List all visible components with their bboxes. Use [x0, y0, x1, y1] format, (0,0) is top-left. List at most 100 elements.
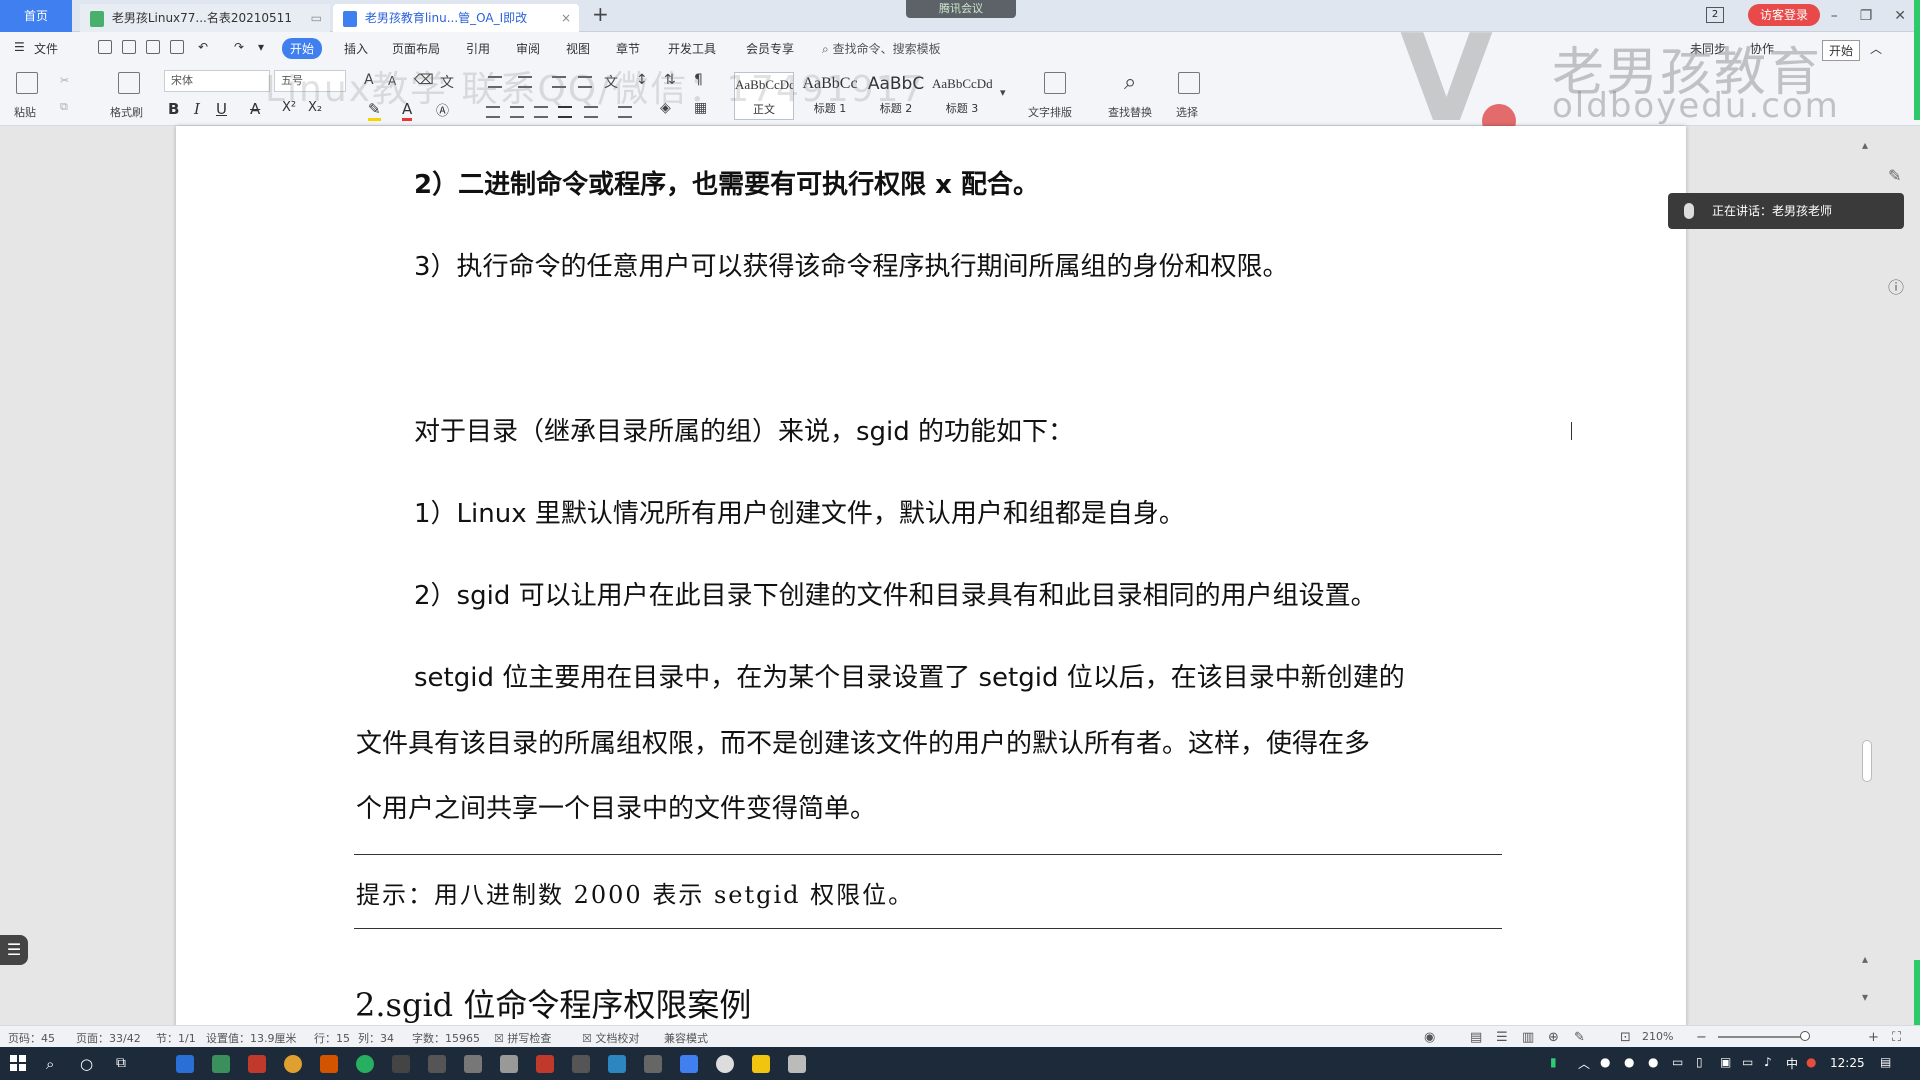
wechat-icon[interactable] — [356, 1055, 374, 1073]
format-painter-icon[interactable] — [118, 72, 140, 94]
ime-indicator[interactable]: 中 — [1786, 1055, 1798, 1072]
display-icon[interactable]: ▭ — [1742, 1055, 1753, 1069]
file-explorer-icon[interactable] — [752, 1055, 770, 1073]
windows-start-icon[interactable] — [10, 1055, 26, 1071]
login-button[interactable]: 访客登录 — [1748, 4, 1821, 26]
taskbar-app-icon[interactable] — [248, 1055, 266, 1073]
taskbar-app-icon[interactable] — [392, 1055, 410, 1073]
font-name-select[interactable]: 宋体 — [164, 70, 270, 92]
taskbar-app-icon[interactable] — [428, 1055, 446, 1073]
taskbar-app-icon[interactable] — [788, 1055, 806, 1073]
page-view-icon[interactable]: ▤ — [1470, 1030, 1482, 1045]
web-view-icon[interactable]: ⊕ — [1548, 1030, 1559, 1045]
chrome-icon[interactable] — [284, 1055, 302, 1073]
tray-app-icon[interactable]: ● — [1806, 1055, 1816, 1069]
wps-icon[interactable] — [680, 1055, 698, 1073]
menu-home[interactable]: 开始 — [282, 38, 323, 59]
edge-icon[interactable] — [608, 1055, 626, 1073]
notifications-icon[interactable]: ▤ — [1880, 1055, 1891, 1069]
menu-member[interactable]: 会员专享 — [746, 40, 794, 57]
menu-chapter[interactable]: 章节 — [616, 40, 640, 57]
status-wordcount[interactable]: 字数：15965 — [412, 1030, 480, 1046]
menu-view[interactable]: 视图 — [566, 40, 590, 57]
prev-page-icon[interactable]: ▴ — [1862, 952, 1868, 966]
tab-document-roster[interactable]: 老男孩Linux77...名表20210511 ▭ — [80, 4, 330, 32]
paste-icon[interactable] — [16, 72, 38, 94]
eye-protection-icon[interactable]: ◉ — [1424, 1030, 1435, 1045]
close-icon[interactable]: ▭ — [311, 4, 322, 32]
redo-icon[interactable]: ↷ — [234, 40, 244, 54]
zoom-slider[interactable] — [1718, 1036, 1808, 1038]
meeting-indicator[interactable]: 腾讯会议 — [906, 0, 1016, 18]
taskbar-app-icon[interactable] — [500, 1055, 518, 1073]
taskbar-app-icon[interactable] — [644, 1055, 662, 1073]
network-icon[interactable]: ▣ — [1720, 1055, 1731, 1069]
status-pages[interactable]: 页面：33/42 — [76, 1030, 141, 1046]
copy-icon[interactable]: ⧉ — [60, 100, 68, 114]
tray-app-icon[interactable]: ● — [1600, 1055, 1610, 1069]
menu-file[interactable]: 文件 — [34, 40, 58, 57]
vertical-scrollbar-thumb[interactable] — [1862, 740, 1872, 782]
command-search[interactable]: ⌕ 查找命令、搜索模板 — [822, 40, 941, 57]
taskbar-app-icon[interactable] — [176, 1055, 194, 1073]
menu-review[interactable]: 审阅 — [516, 40, 540, 57]
task-view-icon[interactable]: ⧉ — [116, 1055, 126, 1071]
restore-icon[interactable]: ❐ — [1860, 8, 1873, 24]
taskbar-app-icon[interactable] — [716, 1055, 734, 1073]
cut-icon[interactable]: ✂ — [60, 74, 69, 87]
fit-page-icon[interactable]: ⊡ — [1620, 1030, 1631, 1045]
zoom-level[interactable]: 210% — [1642, 1030, 1673, 1043]
tray-app-icon[interactable]: ▭ — [1672, 1055, 1683, 1069]
fullscreen-icon[interactable]: ⛶ — [1892, 1030, 1901, 1045]
tray-app-icon[interactable]: ● — [1648, 1055, 1658, 1069]
hamburger-icon[interactable]: ☰ — [14, 40, 25, 54]
system-clock[interactable]: 12:25 — [1830, 1056, 1865, 1070]
menu-reference[interactable]: 引用 — [466, 40, 490, 57]
menu-page-layout[interactable]: 页面布局 — [392, 40, 440, 57]
styles-more-icon[interactable]: ▾ — [1000, 86, 1006, 99]
read-view-icon[interactable]: ▥ — [1522, 1030, 1534, 1045]
menu-insert[interactable]: 插入 — [344, 40, 368, 57]
close-icon[interactable]: ✕ — [1894, 8, 1906, 24]
find-replace-icon[interactable]: ⌕ — [1124, 70, 1136, 95]
status-page[interactable]: 页码：45 — [8, 1030, 55, 1046]
taskbar-app-icon[interactable] — [464, 1055, 482, 1073]
taskbar-app-icon[interactable] — [212, 1055, 230, 1073]
underline-icon[interactable]: U — [216, 100, 227, 118]
outline-view-icon[interactable]: ☰ — [1496, 1030, 1508, 1045]
edit-pen-icon[interactable]: ✎ — [1888, 166, 1901, 185]
scroll-up-icon[interactable]: ▴ — [1862, 138, 1868, 152]
xmind-icon[interactable] — [536, 1055, 554, 1073]
italic-icon[interactable]: I — [194, 100, 200, 118]
tray-expand-icon[interactable]: ︿ — [1578, 1055, 1590, 1072]
select-icon[interactable] — [1178, 72, 1200, 94]
menu-developer[interactable]: 开发工具 — [668, 40, 716, 57]
pages-badge[interactable]: 2 — [1706, 7, 1724, 23]
volume-icon[interactable]: ♪ — [1764, 1055, 1772, 1069]
undo-icon[interactable]: ↶ — [198, 40, 208, 54]
battery-icon[interactable]: ▮ — [1550, 1055, 1557, 1069]
next-page-icon[interactable]: ▾ — [1862, 990, 1868, 1004]
tab-home[interactable]: 首页 — [0, 0, 72, 32]
zoom-slider-handle[interactable] — [1800, 1031, 1810, 1041]
save-icon[interactable] — [98, 40, 112, 54]
start-button[interactable]: 开始 — [1822, 40, 1861, 61]
zoom-in-button[interactable]: + — [1868, 1030, 1879, 1045]
close-icon[interactable]: × — [561, 4, 571, 32]
microphone-tray-icon[interactable]: ▯ — [1696, 1055, 1703, 1069]
tray-app-icon[interactable]: ● — [1624, 1055, 1634, 1069]
taskbar-app-icon[interactable] — [572, 1055, 590, 1073]
collapse-ribbon-icon[interactable]: ︿ — [1870, 40, 1882, 57]
minimize-icon[interactable]: – — [1831, 8, 1838, 24]
search-icon[interactable]: ⌕ — [46, 1055, 54, 1073]
new-tab-button[interactable]: + — [592, 2, 609, 26]
strikethrough-icon[interactable]: A — [250, 100, 260, 118]
write-view-icon[interactable]: ✎ — [1574, 1030, 1585, 1045]
more-icon[interactable]: ▾ — [258, 40, 264, 54]
help-icon[interactable]: ⓘ — [1888, 274, 1904, 298]
taskbar-app-icon[interactable] — [320, 1055, 338, 1073]
spell-check-toggle[interactable]: ☒ 拼写检查 — [494, 1030, 551, 1046]
zoom-out-button[interactable]: − — [1696, 1030, 1707, 1045]
print-icon[interactable] — [146, 40, 160, 54]
tab-document-active[interactable]: 老男孩教育linu...管_OA_I即改 × — [333, 4, 579, 32]
